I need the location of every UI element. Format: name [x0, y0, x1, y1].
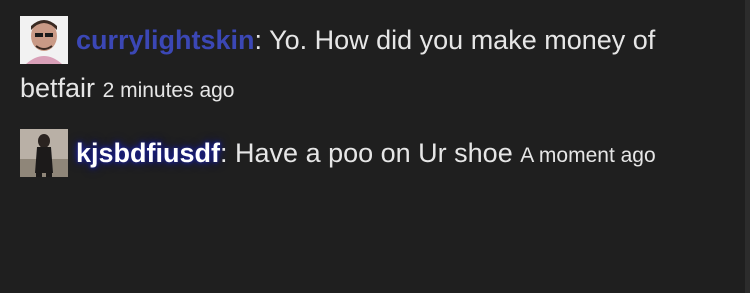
comment-message: Have a poo on Ur shoe: [235, 138, 513, 168]
avatar-image: [20, 16, 68, 64]
comment-timestamp: 2 minutes ago: [102, 79, 235, 102]
comment-item: currylightskin: Yo. How did you make mon…: [20, 16, 732, 115]
user-avatar-icon[interactable]: [20, 16, 68, 64]
comment-list: currylightskin: Yo. How did you make mon…: [20, 16, 732, 180]
comment-separator: :: [220, 138, 236, 168]
comment-username[interactable]: currylightskin: [76, 25, 255, 55]
comment-separator: :: [254, 25, 270, 55]
user-avatar-icon[interactable]: [20, 129, 68, 177]
avatar-image: [20, 129, 68, 177]
comment-timestamp: A moment ago: [520, 144, 656, 167]
comment-username[interactable]: kjsbdfiusdf: [76, 138, 220, 168]
comment-item: kjsbdfiusdf: Have a poo on Ur shoe A mom…: [20, 129, 732, 180]
scroll-edge: [745, 0, 750, 293]
